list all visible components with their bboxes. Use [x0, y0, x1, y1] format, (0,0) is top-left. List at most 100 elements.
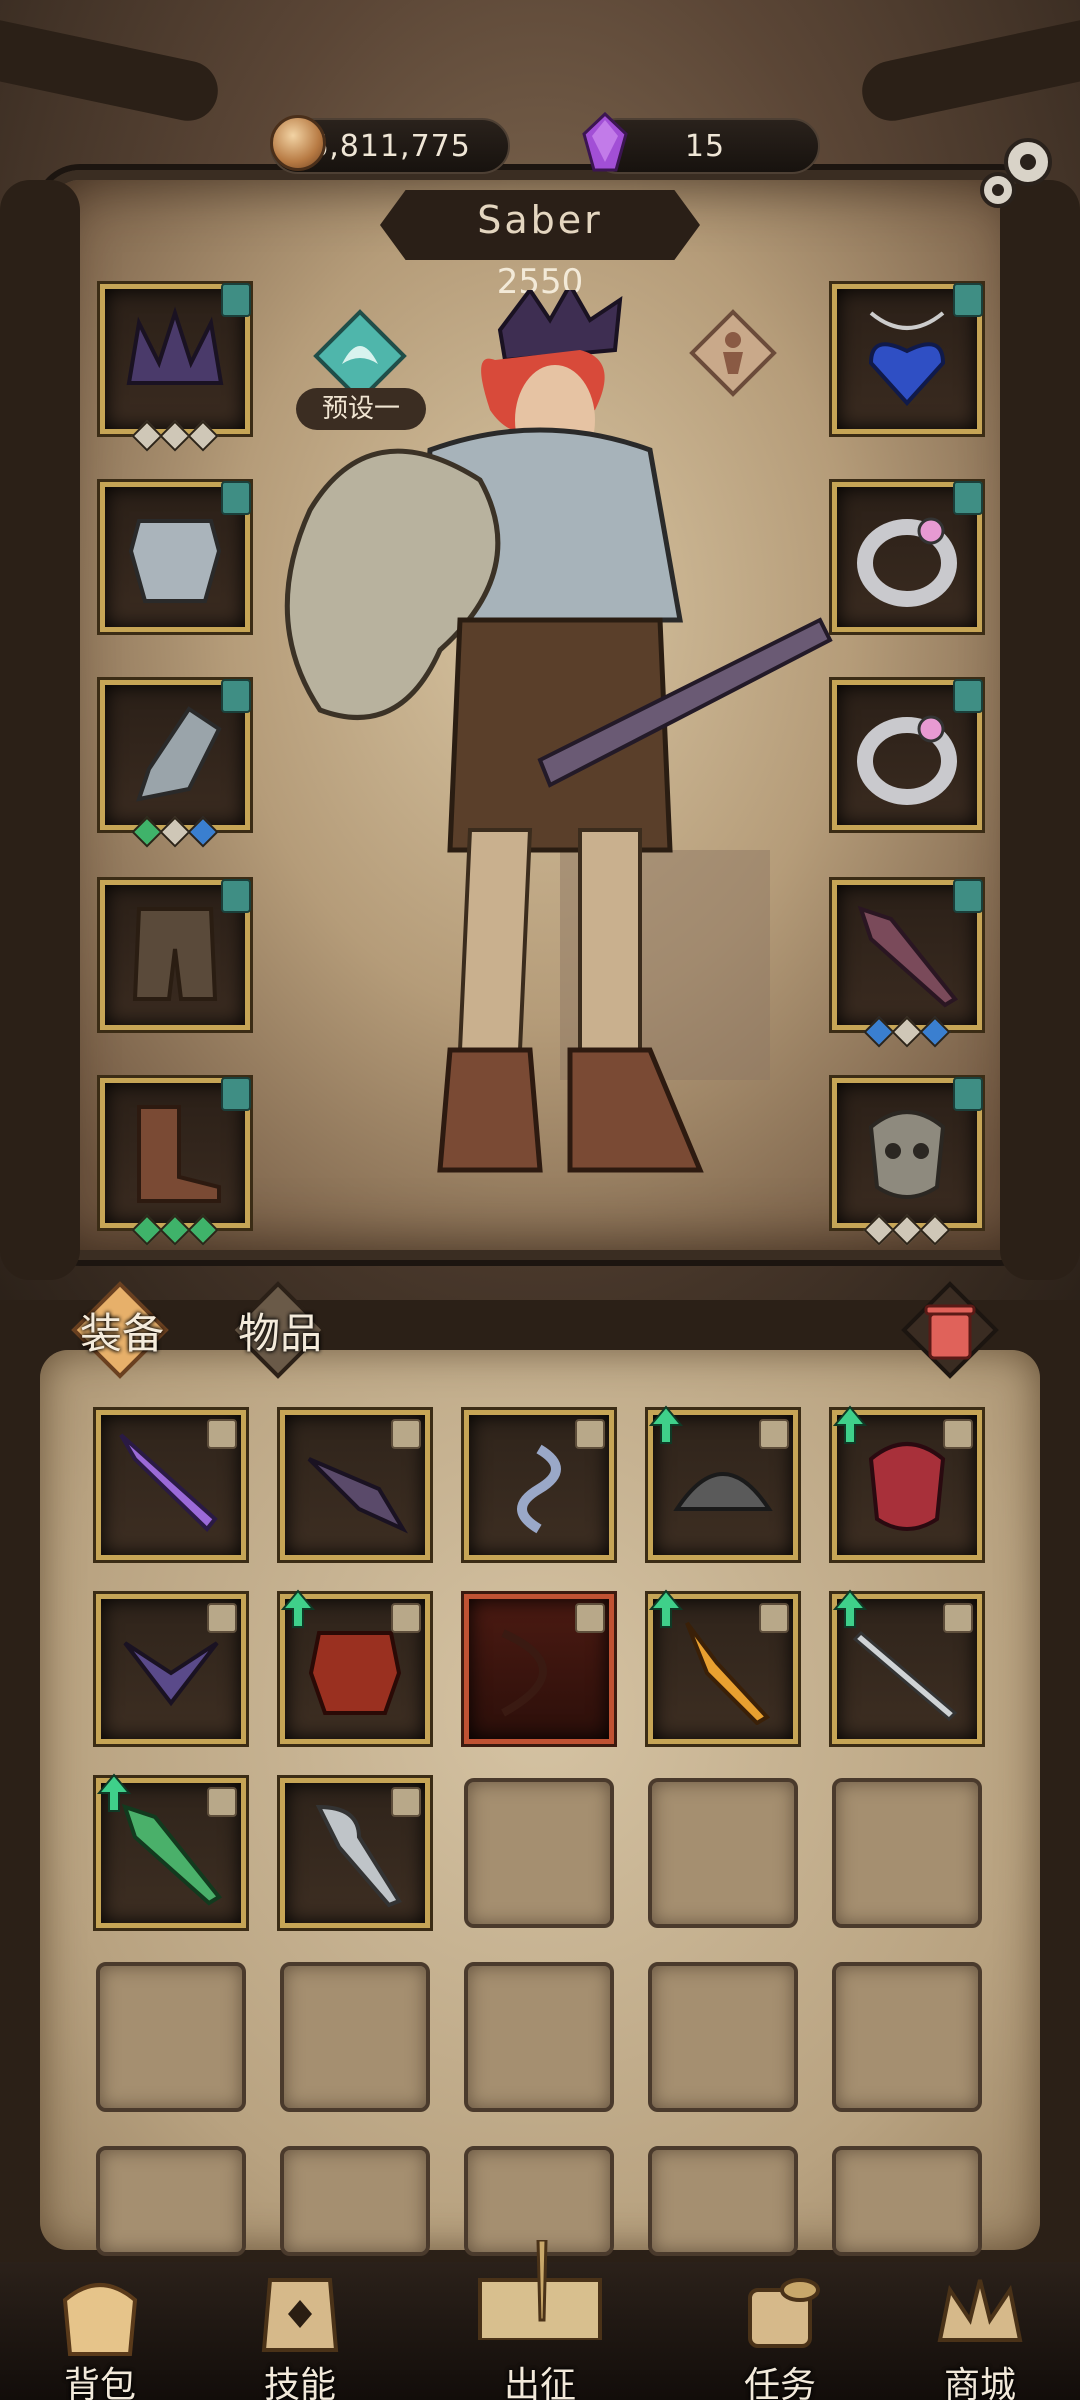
nav-skills[interactable]: 技能: [215, 2270, 385, 2400]
socket-gems: [105, 1214, 245, 1246]
gold-coin-icon: [270, 115, 326, 171]
lock-icon[interactable]: [391, 1787, 421, 1817]
equipped-tag: [953, 679, 983, 713]
equip-slot-pants[interactable]: [100, 879, 251, 1030]
inventory-slot[interactable]: [648, 1589, 798, 1744]
inventory-slot[interactable]: [648, 1405, 798, 1560]
tab-items[interactable]: 物品: [229, 1280, 327, 1380]
inventory-slot[interactable]: [280, 1778, 430, 1928]
equip-slot-ring-2[interactable]: [832, 679, 983, 830]
inventory-slot[interactable]: [464, 1594, 614, 1744]
inventory-slot-empty[interactable]: [96, 2146, 246, 2256]
inventory-slot[interactable]: [832, 1589, 982, 1744]
inventory-slot[interactable]: [96, 1773, 246, 1928]
scroll-icon: [748, 2278, 820, 2348]
inventory-slot-empty[interactable]: [464, 1778, 614, 1928]
ring-icon: [857, 517, 957, 607]
tab-items-label: 物品: [238, 1308, 323, 1358]
equipped-tag: [221, 481, 251, 515]
frame-branch: [1000, 180, 1080, 1280]
socket-gems: [837, 1214, 977, 1246]
lock-icon[interactable]: [943, 1603, 973, 1633]
inventory-slot-empty[interactable]: [832, 2146, 982, 2256]
lock-icon[interactable]: [207, 1603, 237, 1633]
lock-icon[interactable]: [575, 1419, 605, 1449]
inventory-slot[interactable]: [280, 1410, 430, 1560]
battle-map-icon: [478, 2240, 602, 2340]
equipped-tag: [221, 1077, 251, 1111]
equip-slot-boots[interactable]: [100, 1077, 251, 1246]
upgrade-arrow-icon: [97, 1773, 131, 1812]
lock-icon[interactable]: [207, 1787, 237, 1817]
equipped-tag: [953, 481, 983, 515]
lock-icon[interactable]: [391, 1419, 421, 1449]
nav-shop[interactable]: 商城: [895, 2270, 1065, 2400]
inventory-slot-empty[interactable]: [648, 2146, 798, 2256]
inventory-slot[interactable]: [96, 1410, 246, 1560]
backpack-icon: [62, 2283, 138, 2356]
nav-skills-label: 技能: [263, 2365, 336, 2400]
upgrade-arrow-icon: [649, 1405, 683, 1444]
inventory-slot[interactable]: [832, 1405, 982, 1560]
nav-backpack[interactable]: 背包: [15, 2270, 185, 2400]
equipped-tag: [953, 283, 983, 317]
upgrade-arrow-icon: [833, 1405, 867, 1444]
socket-gems: [105, 816, 245, 848]
inventory-slot-empty[interactable]: [96, 1962, 246, 2112]
trash-icon[interactable]: [900, 1280, 1000, 1380]
nav-backpack-label: 背包: [63, 2365, 136, 2400]
equip-slot-necklace[interactable]: [832, 283, 983, 434]
gem-amount: 15: [684, 128, 726, 164]
crown-icon: [126, 306, 224, 385]
tab-equipment-label: 装备: [80, 1308, 165, 1358]
tab-equipment[interactable]: 装备: [71, 1280, 169, 1380]
lock-icon[interactable]: [207, 1419, 237, 1449]
equipped-tag: [221, 283, 251, 317]
skull-shield-icon: [868, 1110, 946, 1199]
hero-character-art: [284, 290, 833, 1173]
inventory-slot[interactable]: [464, 1410, 614, 1560]
inventory-slot-empty[interactable]: [648, 1778, 798, 1928]
purple-gem-icon: [582, 112, 628, 172]
nav-tasks[interactable]: 任务: [695, 2270, 865, 2400]
inventory-slot-empty[interactable]: [648, 1962, 798, 2112]
inventory-slot-empty[interactable]: [280, 2146, 430, 2256]
nav-tasks-label: 任务: [743, 2365, 816, 2400]
inventory-slot-empty[interactable]: [832, 1778, 982, 1928]
lock-icon[interactable]: [759, 1603, 789, 1633]
inventory-slot[interactable]: [280, 1589, 430, 1744]
equip-slot-gloves[interactable]: [100, 679, 251, 848]
ring-icon: [857, 715, 957, 805]
frame-branch: [0, 13, 224, 127]
inventory-slot[interactable]: [96, 1594, 246, 1744]
boots-icon: [137, 1105, 221, 1203]
shop-crown-icon: [937, 2279, 1023, 2342]
equipped-tag: [221, 679, 251, 713]
socket-gems: [105, 420, 245, 452]
lock-icon[interactable]: [759, 1419, 789, 1449]
spiked-club-icon: [857, 905, 958, 1008]
equip-slot-weapon[interactable]: [832, 879, 983, 1048]
equip-slot-helmet[interactable]: [100, 283, 251, 452]
equip-slot-offhand[interactable]: [832, 1077, 983, 1246]
upgrade-arrow-icon: [281, 1589, 315, 1628]
inventory-slot-empty[interactable]: [280, 1962, 430, 2112]
nav-battle-label: 出征: [503, 2365, 576, 2400]
lock-icon[interactable]: [575, 1603, 605, 1633]
frame-branch: [0, 180, 80, 1280]
gold-amount: 6,811,775: [309, 128, 471, 164]
lock-icon[interactable]: [391, 1603, 421, 1633]
equip-slot-armor[interactable]: [100, 481, 251, 632]
frame-branch: [856, 13, 1080, 127]
inventory-slot-empty[interactable]: [464, 1962, 614, 2112]
upgrade-arrow-icon: [649, 1589, 683, 1628]
lock-icon[interactable]: [943, 1419, 973, 1449]
settings-gear-icon[interactable]: [972, 128, 1062, 218]
nav-battle[interactable]: 出征: [455, 2240, 625, 2400]
inventory-slot-empty[interactable]: [832, 1962, 982, 2112]
pants-icon: [132, 907, 218, 1001]
equipped-tag: [221, 879, 251, 913]
gauntlet-icon: [136, 706, 222, 802]
chest-armor-icon: [128, 519, 222, 603]
equip-slot-ring-1[interactable]: [832, 481, 983, 632]
